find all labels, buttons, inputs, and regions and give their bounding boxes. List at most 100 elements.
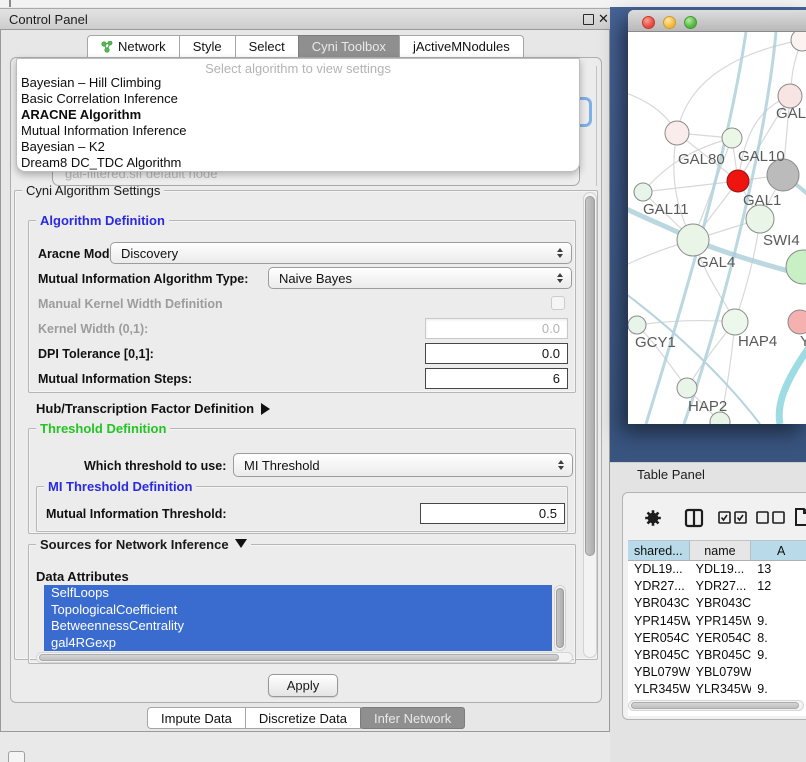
minimize-traffic-light-icon[interactable] (663, 16, 676, 29)
hub-definition-toggle[interactable]: Hub/Transcription Factor Definition (36, 401, 270, 416)
network-node[interactable] (722, 128, 742, 148)
column-header-2[interactable]: name (690, 541, 752, 560)
tab-style[interactable]: Style (179, 35, 236, 58)
tab-network[interactable]: Network (87, 35, 180, 58)
data-attributes-list[interactable]: SelfLoopsTopologicalCoefficientBetweenne… (44, 585, 552, 651)
document-icon[interactable] (794, 507, 806, 532)
screenshot-root: Control Panel ✕ Network Style Select Cyni T… (0, 0, 806, 762)
node-label: GAL11 (643, 201, 689, 218)
attribute-item[interactable]: TopologicalCoefficient (44, 602, 552, 619)
tab-label: Style (193, 39, 222, 54)
network-canvas[interactable]: GALGAL80GAL10GAL1GAL11SWI4GAL4GCY1HAP4YH… (628, 32, 806, 424)
table-cell: YER054C (690, 630, 752, 647)
mi-threshold-label: Mutual Information Threshold: (46, 507, 227, 521)
network-node[interactable] (634, 183, 652, 201)
combo-stepper-icon (558, 460, 564, 470)
manual-kernel-width-label: Manual Kernel Width Definition (38, 297, 223, 311)
tab-jactivemnodules[interactable]: jActiveMNodules (399, 35, 524, 58)
mi-steps-field[interactable]: 6 (425, 368, 568, 389)
attribute-item[interactable]: gal4RGexp (44, 635, 552, 652)
algorithm-option[interactable]: Dream8 DC_TDC Algorithm (17, 155, 579, 171)
bottom-tab-discretize-data[interactable]: Discretize Data (245, 707, 361, 729)
attributes-scrollbar[interactable] (554, 585, 566, 651)
node-label: GAL80 (678, 151, 725, 168)
algorithm-option[interactable]: Basic Correlation Inference (17, 91, 579, 107)
attribute-item[interactable]: BetweennessCentrality (44, 618, 552, 635)
network-node[interactable] (677, 224, 709, 256)
algorithm-definition-title: Algorithm Definition (36, 213, 169, 228)
aracne-mode-combo[interactable]: Discovery (110, 242, 572, 264)
table-row[interactable]: YDL19...YDL19...13 (628, 561, 806, 578)
mi-threshold-field[interactable]: 0.5 (420, 503, 565, 524)
table-cell: YBR043C (690, 595, 752, 612)
network-node[interactable] (628, 316, 646, 334)
network-node[interactable] (791, 32, 806, 51)
sources-toggle[interactable]: Sources for Network Inference (36, 537, 251, 552)
network-node[interactable] (722, 309, 748, 335)
mi-steps-label: Mutual Information Steps: (38, 372, 192, 386)
algorithm-option[interactable]: Bayesian – K2 (17, 139, 579, 155)
settings-scrollbar-thumb[interactable] (585, 196, 595, 556)
algorithm-dropdown-list: Bayesian – Hill ClimbingBasic Correlatio… (17, 75, 579, 171)
table-cell: YDL19... (690, 561, 752, 578)
zoom-traffic-light-icon[interactable] (684, 16, 697, 29)
table-cell: YLR345W (690, 681, 752, 698)
table-row[interactable]: YBR043CYBR043C (628, 595, 806, 612)
apply-button[interactable]: Apply (268, 674, 338, 697)
table-row[interactable]: YER054CYER054C8. (628, 630, 806, 647)
network-node[interactable] (746, 205, 774, 233)
manual-kernel-width-checkbox[interactable] (551, 296, 565, 310)
attribute-item[interactable]: SelfLoops (44, 585, 552, 602)
tab-cyni-toolbox[interactable]: Cyni Toolbox (298, 35, 400, 58)
threshold-definition-title: Threshold Definition (36, 421, 170, 436)
mi-algorithm-type-combo[interactable]: Naive Bayes (268, 267, 572, 289)
control-panel-title: Control Panel (9, 12, 88, 27)
network-node[interactable] (727, 170, 749, 192)
attributes-scrollbar-thumb[interactable] (556, 588, 564, 648)
network-node[interactable] (786, 250, 806, 284)
kernel-width-field[interactable]: 0.0 (425, 318, 568, 339)
table-row[interactable]: YBR045CYBR045C9. (628, 647, 806, 664)
algorithm-option[interactable]: ARACNE Algorithm (17, 107, 579, 123)
which-threshold-combo[interactable]: MI Threshold (233, 453, 573, 477)
close-icon[interactable]: ✕ (598, 11, 609, 27)
algorithm-option[interactable]: Mutual Information Inference (17, 123, 579, 139)
sources-hscrollbar[interactable] (36, 652, 573, 663)
which-threshold-value: MI Threshold (244, 458, 320, 473)
column-header-3[interactable]: A (751, 541, 806, 560)
dpi-tolerance-field[interactable]: 0.0 (425, 343, 568, 364)
node-label: GAL4 (697, 254, 735, 271)
node-table[interactable]: shared...nameA YDL19...YDL19...13YDR27..… (628, 540, 806, 716)
hide-unchecked-columns-icon[interactable] (756, 511, 786, 529)
partial-widget (8, 751, 25, 762)
table-row[interactable]: YPR145WYPR145W9. (628, 613, 806, 630)
split-columns-icon[interactable] (684, 508, 704, 533)
network-node[interactable] (788, 310, 806, 334)
network-node[interactable] (665, 121, 689, 145)
tab-label: Network (118, 39, 166, 54)
algorithm-option[interactable]: Bayesian – Hill Climbing (17, 75, 579, 91)
table-row[interactable]: YBL079WYBL079W (628, 664, 806, 681)
column-header-1[interactable]: shared... (628, 541, 690, 560)
close-traffic-light-icon[interactable] (642, 16, 655, 29)
gear-icon[interactable] (643, 508, 663, 533)
control-panel-titlebar[interactable]: Control Panel (0, 8, 610, 30)
table-body: YDL19...YDL19...13YDR27...YDR27...12YBR0… (628, 561, 806, 716)
bottom-tab-infer-network[interactable]: Infer Network (360, 707, 465, 729)
bottom-tab-impute-data[interactable]: Impute Data (147, 707, 246, 729)
show-checked-columns-icon[interactable] (718, 511, 748, 529)
network-edge (637, 321, 735, 325)
table-hscrollbar-thumb[interactable] (631, 702, 799, 709)
table-row[interactable]: YLR345WYLR345W9. (628, 681, 806, 698)
table-row[interactable]: YDR27...YDR27...12 (628, 578, 806, 595)
tab-select[interactable]: Select (235, 35, 299, 58)
node-label: GAL10 (738, 148, 785, 165)
sources-hscrollbar-thumb[interactable] (39, 654, 559, 661)
network-edge (779, 346, 806, 424)
aracne-mode-label: Aracne Mode: (38, 247, 121, 261)
network-node[interactable] (677, 378, 697, 398)
tab-label: Cyni Toolbox (312, 39, 386, 54)
table-hscrollbar[interactable] (628, 700, 804, 711)
float-window-icon[interactable] (583, 14, 594, 25)
settings-scrollbar[interactable] (583, 192, 597, 658)
